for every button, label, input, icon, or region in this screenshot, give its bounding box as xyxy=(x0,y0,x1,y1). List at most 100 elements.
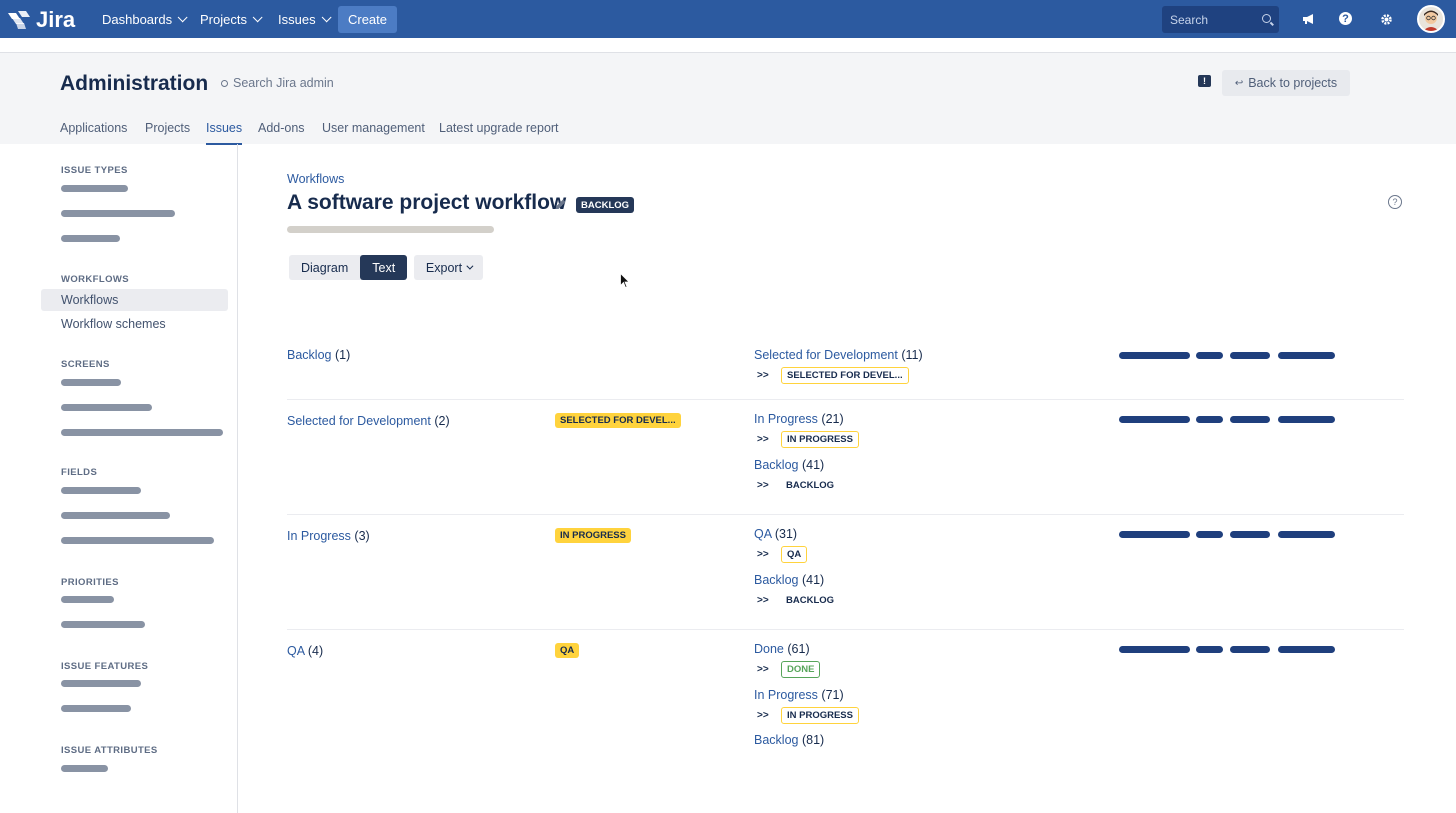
sidebar-item-placeholder[interactable] xyxy=(61,379,121,386)
back-arrow-icon: ↩ xyxy=(1234,77,1244,89)
global-search-input[interactable]: Search xyxy=(1162,6,1279,33)
create-button[interactable]: Create xyxy=(338,6,397,33)
sidebar-item-placeholder[interactable] xyxy=(61,621,145,628)
view-toggle: Diagram Text xyxy=(289,255,408,280)
transition-count: (71) xyxy=(821,688,844,702)
transition-count: (41) xyxy=(801,458,825,472)
transition-arrow: >> xyxy=(757,595,769,606)
transition-property-placeholder xyxy=(1196,416,1223,423)
sidebar-item-placeholder[interactable] xyxy=(61,235,120,242)
admin-search-input[interactable]: Search Jira admin xyxy=(221,76,334,90)
transition-property-placeholder xyxy=(1278,416,1335,423)
user-avatar[interactable] xyxy=(1417,5,1445,33)
mouse-cursor-icon xyxy=(620,273,630,289)
transition-link[interactable]: Backlog (41) xyxy=(754,458,824,472)
sidebar-item-placeholder[interactable] xyxy=(61,487,141,494)
sidebar-item-placeholder[interactable] xyxy=(61,537,214,544)
workflow-title: A software project workflow xyxy=(287,191,567,214)
status-count: (4) xyxy=(307,644,324,658)
search-icon xyxy=(1262,14,1271,23)
status-lozenge: QA xyxy=(555,643,580,658)
nav-projects[interactable]: Projects xyxy=(200,0,263,38)
sidebar-item-placeholder[interactable] xyxy=(61,185,128,192)
status-count: (3) xyxy=(354,529,370,543)
sidebar-item-placeholder[interactable] xyxy=(61,680,141,687)
nav-projects-label: Projects xyxy=(200,11,247,27)
feedback-icon[interactable]: ! xyxy=(1198,75,1211,87)
transition-property-placeholder xyxy=(1119,531,1190,538)
help-icon[interactable]: ? xyxy=(1339,12,1352,25)
transition-count: (11) xyxy=(901,348,923,362)
sidebar-heading-issue-features: ISSUE FEATURES xyxy=(61,661,149,672)
jira-logo[interactable]: Jira xyxy=(6,7,75,33)
admin-sidebar: ISSUE TYPES WORKFLOWS Workflows Workflow… xyxy=(0,144,238,813)
tab-add-ons[interactable]: Add-ons xyxy=(258,121,305,145)
sidebar-item-placeholder[interactable] xyxy=(61,429,223,436)
status-lozenge: SELECTED FOR DEVEL... xyxy=(555,413,681,428)
status-name: In Progress xyxy=(287,529,351,543)
chevron-down-icon xyxy=(252,11,263,22)
status-in-progress[interactable]: In Progress (3) xyxy=(287,529,370,543)
target-status-lozenge: IN PROGRESS xyxy=(781,431,859,448)
search-icon xyxy=(221,79,228,87)
help-circle-icon[interactable]: ? xyxy=(1388,195,1402,209)
transition-name: Backlog xyxy=(754,458,799,472)
text-view-button[interactable]: Text xyxy=(360,255,408,280)
sidebar-heading-priorities: PRIORITIES xyxy=(61,577,119,588)
admin-search-placeholder: Search Jira admin xyxy=(233,76,334,90)
transition-link[interactable]: Selected for Development (11) xyxy=(754,348,923,362)
sidebar-item-placeholder[interactable] xyxy=(61,596,114,603)
transition-property-placeholder xyxy=(1119,646,1190,653)
transition-link[interactable]: In Progress (21) xyxy=(754,412,844,426)
tab-projects[interactable]: Projects xyxy=(145,121,190,145)
nav-dashboards[interactable]: Dashboards xyxy=(102,0,188,38)
transition-link[interactable]: QA (31) xyxy=(754,527,797,541)
status-selected-for-development[interactable]: Selected for Development (2) xyxy=(287,414,450,428)
sidebar-item-workflows[interactable]: Workflows xyxy=(61,293,118,307)
transition-property-placeholder xyxy=(1196,531,1223,538)
transition-property-placeholder xyxy=(1196,646,1223,653)
page-title: Administration xyxy=(60,72,209,95)
sidebar-heading-workflows: WORKFLOWS xyxy=(61,274,129,285)
gear-icon[interactable] xyxy=(1378,11,1394,27)
status-qa[interactable]: QA (4) xyxy=(287,644,323,658)
tab-latest-upgrade-report[interactable]: Latest upgrade report xyxy=(439,121,559,145)
transition-link[interactable]: Done (61) xyxy=(754,642,810,656)
logo-text: Jira xyxy=(36,7,76,32)
transition-name: In Progress xyxy=(754,412,818,426)
transition-count: (41) xyxy=(801,573,825,587)
export-dropdown[interactable]: Export xyxy=(414,255,483,280)
status-lozenge: IN PROGRESS xyxy=(555,528,631,543)
sidebar-item-placeholder[interactable] xyxy=(61,404,152,411)
tab-applications[interactable]: Applications xyxy=(60,121,127,145)
nav-issues[interactable]: Issues xyxy=(278,0,332,38)
tab-user-management[interactable]: User management xyxy=(322,121,425,145)
sidebar-item-placeholder[interactable] xyxy=(61,705,131,712)
diagram-view-button[interactable]: Diagram xyxy=(289,255,360,280)
transition-link[interactable]: Backlog (81) xyxy=(754,733,824,747)
transition-property-placeholder xyxy=(1278,646,1335,653)
transition-property-placeholder xyxy=(1119,352,1190,359)
transition-property-placeholder xyxy=(1230,352,1270,359)
sidebar-item-placeholder[interactable] xyxy=(61,210,175,217)
transition-arrow: >> xyxy=(757,664,769,675)
transition-link[interactable]: In Progress (71) xyxy=(754,688,844,702)
row-divider xyxy=(287,514,1404,515)
sidebar-item-placeholder[interactable] xyxy=(61,765,108,772)
transition-count: (61) xyxy=(787,642,810,656)
megaphone-icon[interactable] xyxy=(1301,11,1317,27)
sidebar-item-placeholder[interactable] xyxy=(61,512,170,519)
tab-issues[interactable]: Issues xyxy=(206,121,243,145)
sidebar-item-workflow-schemes[interactable]: Workflow schemes xyxy=(61,317,166,331)
workflow-status-lozenge: BACKLOG xyxy=(576,197,635,213)
transition-name: Done xyxy=(754,642,784,656)
top-navigation: Jira Dashboards Projects Issues Create S… xyxy=(0,0,1456,38)
sidebar-heading-fields: FIELDS xyxy=(61,467,98,478)
transition-count: (31) xyxy=(774,527,798,541)
transition-link[interactable]: Backlog (41) xyxy=(754,573,824,587)
chevron-down-icon xyxy=(466,262,474,270)
breadcrumb[interactable]: Workflows xyxy=(287,172,344,186)
status-backlog[interactable]: Backlog (1) xyxy=(287,348,350,362)
pencil-icon[interactable] xyxy=(555,198,567,210)
back-to-projects-button[interactable]: ↩ Back to projects xyxy=(1222,70,1350,96)
